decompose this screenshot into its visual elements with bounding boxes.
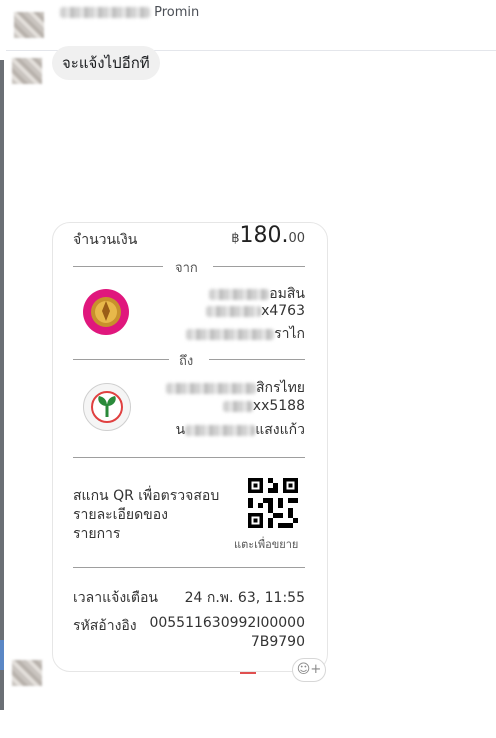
from-divider-left [73,266,163,267]
gsb-bank-logo-icon [83,289,129,335]
ref-value-line2: 7B9790 [250,634,305,650]
emoji-add-icon[interactable]: ☺+ [292,658,326,682]
amount-label: จำนวนเงิน [73,232,138,248]
qr-description-line3: รายการ [73,526,121,542]
to-divider-right [209,359,305,360]
redacted-name [60,7,150,18]
from-bank: อมสิน [209,283,305,305]
qr-tap-to-enlarge[interactable]: แตะเพื่อขยาย [234,535,298,553]
qr-code-icon[interactable] [248,478,298,528]
section-divider [73,457,305,458]
from-name: ราไก [186,323,305,345]
sender-name: Promin [60,5,199,21]
to-account: xx5188 [222,398,305,414]
avatar[interactable] [12,58,42,84]
to-name: นแสงแก้ว [175,422,305,438]
from-account: x4763 [206,303,305,319]
time-label: เวลาแจ้งเตือน [73,590,159,606]
left-edge-accent [0,640,4,670]
amount-value: ฿180.00 [231,223,305,248]
left-edge-bar [0,60,4,710]
message-bubble[interactable]: จะแจ้งไปอีกที [52,46,160,80]
kbank-leaf-icon [91,391,123,423]
ref-value-line1: 005511630992I00000 [149,615,305,631]
avatar[interactable] [12,660,42,686]
unread-indicator [240,672,256,674]
kbank-logo-icon [83,383,131,431]
gsb-emblem-icon [91,297,121,327]
to-label: ถึง [179,354,194,369]
to-divider-left [73,359,169,360]
transfer-slip-card[interactable]: จำนวนเงิน ฿180.00 จาก อมสิน x4763 ราไก ถ… [52,222,328,672]
time-value: 24 ก.พ. 63, 11:55 [184,590,305,606]
ref-label: รหัสอ้างอิง [73,618,137,634]
section-divider [73,567,305,568]
avatar[interactable] [14,12,44,38]
to-bank: สิกรไทย [165,377,305,399]
from-divider-right [213,266,305,267]
from-label: จาก [175,261,198,276]
